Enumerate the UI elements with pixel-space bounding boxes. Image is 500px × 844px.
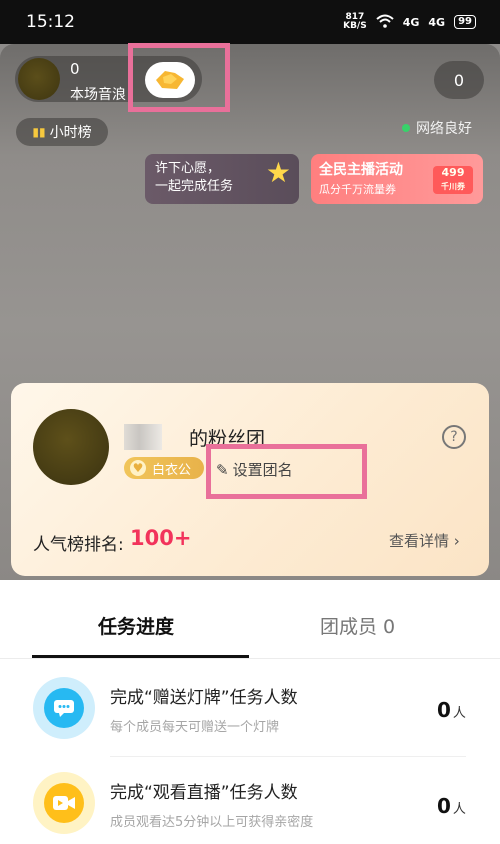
network-speed-unit: KB/S (343, 21, 367, 31)
network-status-label: 网络良好 (416, 121, 472, 137)
viewer-count[interactable]: 0 (434, 61, 484, 99)
battery-icon: 99 (454, 15, 476, 29)
task-count-unit: 人 (452, 706, 466, 721)
chat-icon (33, 677, 95, 739)
wifi-icon (376, 14, 394, 31)
event-banner[interactable]: 全民主播活动 瓜分千万流量券 499 千川券 (311, 154, 483, 204)
video-camera-icon (33, 772, 95, 834)
highlight-box-set-name (206, 444, 367, 499)
heart-icon: ♥ (130, 460, 146, 476)
network-speed: 817 KB/S (343, 13, 367, 31)
network-status: 网络良好 (402, 118, 472, 138)
coupon-icon: 499 千川券 (433, 166, 473, 194)
task-desc: 成员观看达5分钟以上可获得亲密度 (110, 815, 314, 830)
status-icons: 817 KB/S 4G 4G 99 (343, 13, 476, 31)
task-title: 完成“赠送灯牌”任务人数 (110, 688, 298, 708)
task-count: 0人 (437, 794, 466, 818)
coupon-value: 499 (441, 166, 465, 179)
signal-icon-2: 4G (428, 15, 446, 29)
status-time: 15:12 (26, 12, 75, 32)
row-divider (110, 756, 466, 757)
status-bar: 15:12 817 KB/S 4G 4G 99 (0, 0, 500, 44)
host-subtitle: 本场音浪 (70, 87, 126, 103)
tab-task-progress[interactable]: 任务进度 (98, 612, 174, 639)
task-count-value: 0 (437, 698, 451, 722)
help-icon[interactable]: ? (442, 425, 466, 449)
fan-level-label: 白衣公 (152, 462, 192, 478)
wish-banner[interactable]: 许下心愿， 一起完成任务 ★ (145, 154, 299, 204)
task-count: 0人 (437, 698, 466, 722)
hourly-rank-button[interactable]: ▮▮ 小时榜 (16, 118, 108, 146)
bar-chart-icon: ▮▮ (32, 125, 46, 139)
signal-icon: 4G (402, 15, 420, 29)
star-icon: ★ (265, 156, 291, 189)
task-desc: 每个成员每天可赠送一个灯牌 (110, 720, 280, 735)
host-count: 0 (70, 60, 80, 78)
fan-club-avatar[interactable] (33, 409, 109, 485)
anchor-name-blurred (124, 424, 162, 450)
task-count-value: 0 (437, 794, 451, 818)
tab-divider (0, 658, 500, 659)
host-avatar[interactable] (18, 58, 60, 100)
tab-members[interactable]: 团成员 0 (320, 612, 395, 639)
highlight-box-fan-icon (128, 43, 230, 112)
task-count-unit: 人 (452, 802, 466, 817)
hourly-rank-label: 小时榜 (49, 125, 92, 141)
popularity-rank-label: 人气榜排名: (33, 535, 124, 555)
popularity-rank-value: 100+ (130, 526, 192, 550)
task-title: 完成“观看直播”任务人数 (110, 783, 298, 803)
fan-level-badge: ♥ 白衣公 (124, 457, 204, 479)
coupon-unit: 千川券 (441, 182, 465, 191)
view-details-link[interactable]: 查看详情 › (389, 530, 460, 551)
network-dot-icon (402, 124, 410, 132)
